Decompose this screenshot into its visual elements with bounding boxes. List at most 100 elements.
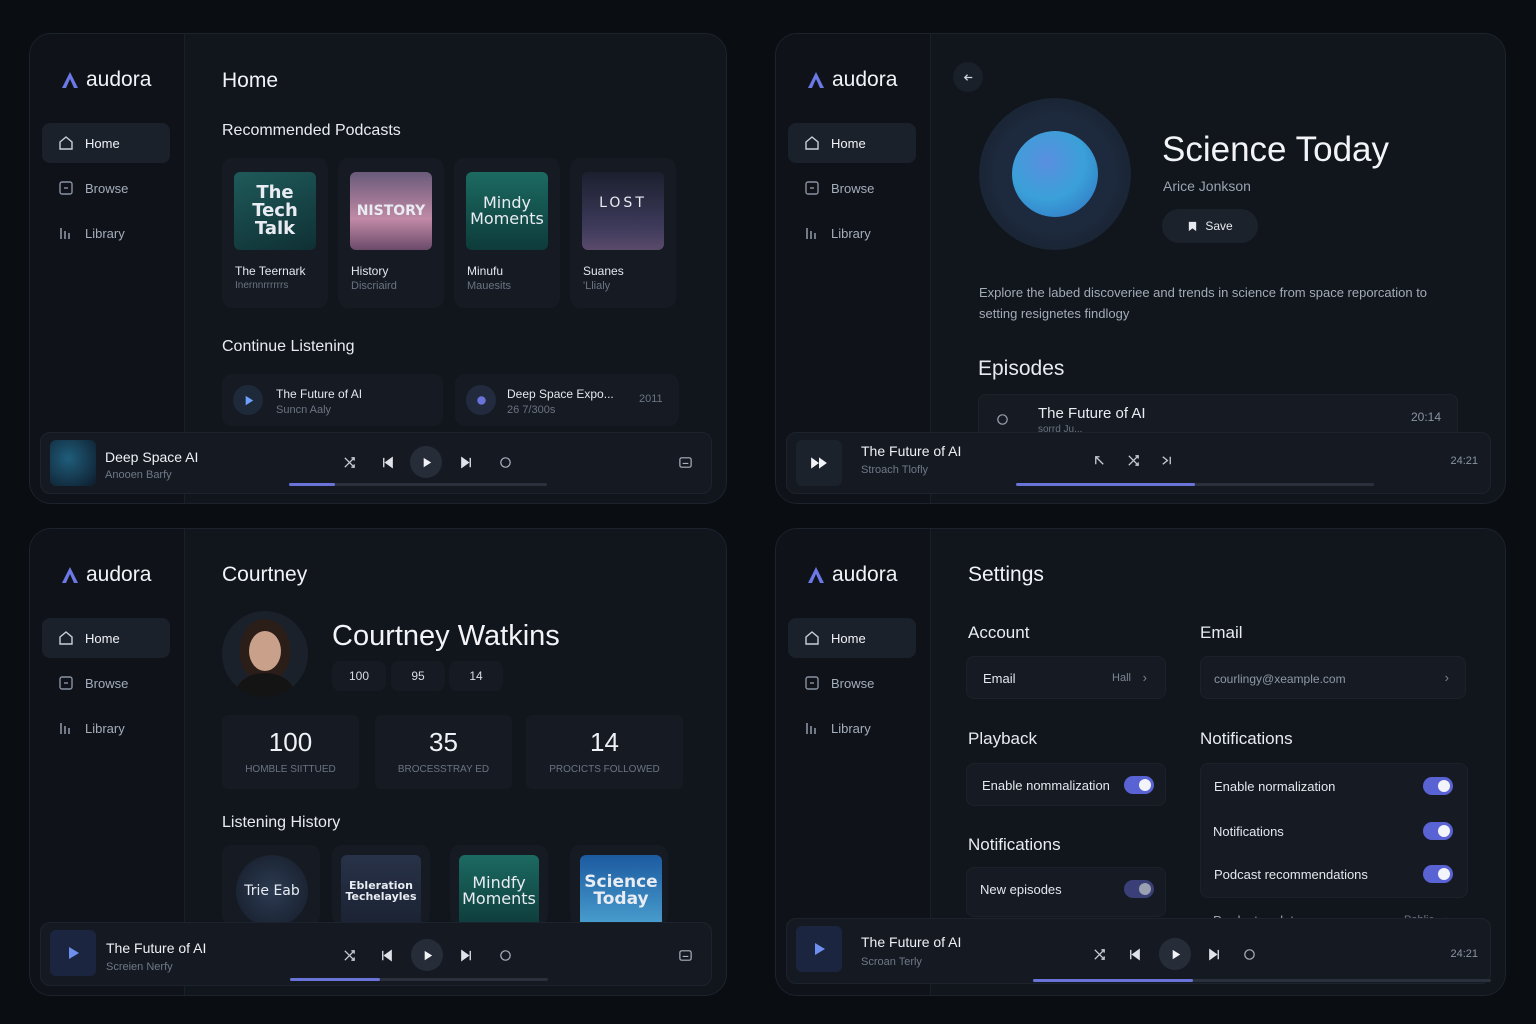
- nav-label: Library: [831, 720, 871, 736]
- play-button[interactable]: [1159, 938, 1191, 970]
- save-button[interactable]: Save: [1162, 209, 1258, 243]
- player-bar: The Future of AI Stroach Tlofly 24:21: [786, 432, 1491, 494]
- history-card[interactable]: Science Today: [570, 845, 668, 927]
- brand-name: audora: [86, 563, 152, 586]
- enable-normalization-toggle[interactable]: [1423, 777, 1453, 795]
- continue-title: Deep Space Expo...: [507, 387, 614, 401]
- podcast-card[interactable]: LOST Suanes 'Llialy: [570, 158, 676, 308]
- nav-item-library[interactable]: Library: [42, 213, 170, 253]
- episode-dot-icon[interactable]: [466, 385, 496, 415]
- history-card[interactable]: Ebleration Techelayles: [332, 845, 430, 927]
- rewind-icon[interactable]: [1089, 450, 1109, 470]
- progress-track[interactable]: [1033, 979, 1491, 982]
- play-button[interactable]: [410, 446, 442, 478]
- podcast-title: History: [351, 264, 389, 278]
- history-card[interactable]: Trie Eab: [222, 845, 320, 927]
- row-label: Enable normalization: [1214, 779, 1336, 794]
- player-bar: The Future of AI Scroan Terly 24:21: [786, 918, 1491, 984]
- repeat-icon[interactable]: [495, 945, 515, 965]
- continue-item[interactable]: The Future of AI Suncn Aaly: [222, 374, 443, 426]
- shuffle-icon[interactable]: [339, 452, 359, 472]
- play-icon[interactable]: [233, 385, 263, 415]
- next-icon[interactable]: [456, 452, 476, 472]
- logo-icon: [62, 72, 78, 88]
- now-playing-subtitle: Screien Nerfy: [106, 961, 173, 973]
- progress-track[interactable]: [290, 978, 548, 981]
- now-playing-subtitle: Stroach Tlofly: [861, 464, 929, 476]
- shuffle-icon[interactable]: [1089, 944, 1109, 964]
- shuffle-icon[interactable]: [339, 945, 359, 965]
- podcast-recommendations-toggle[interactable]: [1423, 865, 1453, 883]
- nav-item-browse[interactable]: Browse: [788, 663, 916, 703]
- brand-logo[interactable]: audora: [60, 563, 151, 587]
- queue-icon[interactable]: [675, 945, 695, 965]
- email-field[interactable]: courlingy@xeample.com ›: [1200, 656, 1466, 699]
- progress-fill: [289, 483, 336, 486]
- previous-icon[interactable]: [377, 452, 397, 472]
- podcast-card[interactable]: NISTORY History Discriaird: [338, 158, 444, 308]
- fast-forward-icon[interactable]: [796, 440, 842, 486]
- nav-item-library[interactable]: Library: [788, 213, 916, 253]
- account-email-row[interactable]: Email Hall ›: [966, 656, 1166, 699]
- brand-logo[interactable]: audora: [60, 68, 151, 92]
- podcast-card[interactable]: Mindy Moments Minufu Mauesits: [454, 158, 560, 308]
- repeat-icon[interactable]: [1239, 944, 1259, 964]
- progress-track[interactable]: [289, 483, 547, 486]
- nav: Home Browse Library: [788, 618, 916, 753]
- recommended-heading: Recommended Podcasts: [222, 122, 401, 139]
- skip-icon[interactable]: [1156, 450, 1176, 470]
- play-button[interactable]: [411, 939, 443, 971]
- nav-item-home[interactable]: Home: [42, 123, 170, 163]
- nav-item-browse[interactable]: Browse: [788, 168, 916, 208]
- library-icon: [60, 228, 70, 239]
- stat-label: PROCICTS FOLLOWED: [549, 764, 660, 775]
- queue-icon[interactable]: [675, 452, 695, 472]
- normalization-row[interactable]: Enable nommalization: [966, 763, 1166, 806]
- continue-subtitle: Suncn Aaly: [276, 404, 332, 416]
- notifications-toggle[interactable]: [1423, 822, 1453, 840]
- nav-item-browse[interactable]: Browse: [42, 168, 170, 208]
- nav-item-library[interactable]: Library: [42, 708, 170, 748]
- home-icon: [59, 136, 73, 150]
- continue-heading: Continue Listening: [222, 338, 355, 355]
- previous-icon[interactable]: [376, 945, 396, 965]
- history-card[interactable]: Mindfy Moments: [450, 845, 548, 927]
- repeat-icon[interactable]: [495, 452, 515, 472]
- podcast-detail-panel: audora Home Browse Library Science Today…: [775, 33, 1506, 504]
- nav-item-home[interactable]: Home: [788, 618, 916, 658]
- continue-time: 2011: [639, 393, 663, 405]
- row-label: Email: [983, 671, 1016, 686]
- podcast-subtitle: Mauesits: [467, 280, 512, 292]
- normalization-toggle[interactable]: [1124, 776, 1154, 794]
- new-episodes-toggle[interactable]: [1124, 880, 1154, 898]
- nav-item-home[interactable]: Home: [788, 123, 916, 163]
- nav-item-library[interactable]: Library: [788, 708, 916, 748]
- continue-subtitle: 26 7/300s: [507, 404, 556, 416]
- continue-title: The Future of AI: [276, 387, 363, 401]
- brand-logo[interactable]: audora: [806, 68, 897, 92]
- podcast-card[interactable]: The Tech Talk The Teernark Inernnrrrrrrs: [222, 158, 328, 308]
- progress-track[interactable]: [1016, 483, 1374, 486]
- continue-item[interactable]: Deep Space Expo... 26 7/300s 2011: [455, 374, 679, 426]
- back-arrow-icon[interactable]: [953, 62, 983, 92]
- next-icon[interactable]: [1204, 944, 1224, 964]
- previous-icon[interactable]: [1124, 944, 1144, 964]
- row-value: Hall: [1112, 672, 1131, 684]
- stat-card: 14 PROCICTS FOLLOWED: [526, 715, 683, 789]
- episode-time: 20:14: [1410, 410, 1441, 424]
- nav-item-browse[interactable]: Browse: [42, 663, 170, 703]
- podcast-description: Explore the labed discoveriee and trends…: [979, 285, 1428, 321]
- library-icon: [806, 723, 816, 734]
- page-title: Courtney: [222, 563, 308, 586]
- settings-panel: audora Home Browse Library Settings Acco…: [775, 528, 1506, 996]
- brand-logo[interactable]: audora: [806, 563, 897, 587]
- count-pill: 95: [391, 661, 445, 691]
- new-episodes-row[interactable]: New episodes: [966, 867, 1166, 917]
- play-icon[interactable]: [796, 926, 842, 972]
- brand-name: audora: [832, 563, 898, 586]
- nav-item-home[interactable]: Home: [42, 618, 170, 658]
- home-icon: [805, 136, 819, 150]
- play-icon[interactable]: [50, 930, 96, 976]
- shuffle-icon[interactable]: [1123, 450, 1143, 470]
- next-icon[interactable]: [456, 945, 476, 965]
